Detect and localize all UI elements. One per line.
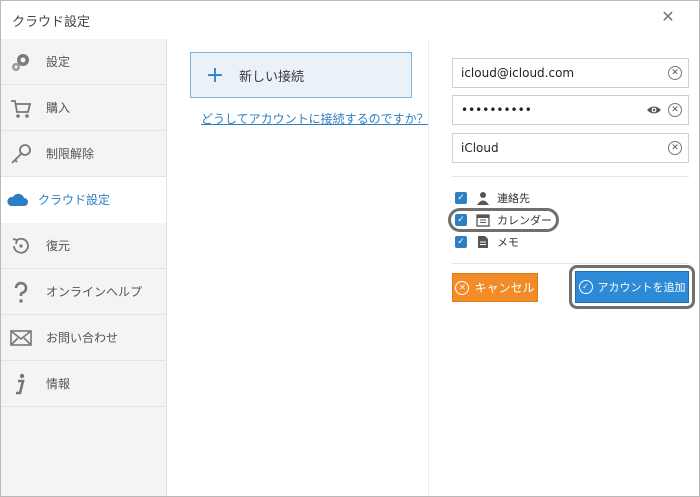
account-name-input[interactable] — [461, 141, 641, 155]
person-icon — [475, 190, 491, 206]
checkbox-notes[interactable]: ✓ — [455, 236, 467, 248]
calendar-highlight-ring — [448, 208, 559, 232]
info-icon — [9, 372, 33, 396]
check-circle-icon: ✓ — [578, 280, 593, 294]
checkbox-contacts[interactable]: ✓ — [455, 192, 467, 204]
sidebar-item-info[interactable]: 情報 — [1, 361, 166, 407]
email-field[interactable]: ✕ — [452, 58, 689, 88]
clear-icon[interactable]: ✕ — [668, 141, 682, 155]
sidebar: 設定 購入 制限解除 クラウド設定 復元 オンラインヘルプ お問い合わせ 情報 — [1, 39, 167, 496]
sidebar-item-label: クラウド設定 — [38, 193, 111, 207]
sidebar-item-label: お問い合わせ — [46, 331, 119, 345]
restore-icon — [9, 234, 33, 258]
sidebar-item-restore[interactable]: 復元 — [1, 223, 166, 269]
eye-icon[interactable] — [646, 103, 662, 117]
sidebar-item-online-help[interactable]: オンラインヘルプ — [1, 269, 166, 315]
option-contacts[interactable]: ✓ 連絡先 — [455, 188, 530, 208]
clear-icon[interactable]: ✕ — [668, 103, 682, 117]
add-account-label: アカウントを追加 — [597, 281, 686, 294]
title-bar: クラウド設定 ✕ — [1, 1, 699, 39]
why-connect-link[interactable]: どうしてアカウントに接続するのですか？ — [201, 110, 429, 127]
sidebar-item-cloud-settings[interactable]: クラウド設定 — [1, 177, 166, 223]
divider — [452, 263, 689, 264]
gear-icon — [9, 50, 33, 74]
clear-icon[interactable]: ✕ — [668, 66, 682, 80]
password-field[interactable]: ✕ — [452, 95, 689, 125]
sidebar-item-purchase[interactable]: 購入 — [1, 85, 166, 131]
sidebar-item-label: 情報 — [46, 377, 71, 391]
cart-icon — [9, 96, 33, 120]
cloud-icon — [5, 188, 29, 212]
password-input[interactable] — [461, 103, 641, 117]
cancel-label: キャンセル — [474, 281, 535, 295]
sidebar-item-label: 制限解除 — [46, 147, 95, 161]
sidebar-item-unlock[interactable]: 制限解除 — [1, 131, 166, 177]
sidebar-item-label: 復元 — [46, 239, 71, 253]
account-name-field[interactable]: ✕ — [452, 133, 689, 163]
connections-pane: + 新しい接続 どうしてアカウントに接続するのですか？ — [167, 39, 429, 496]
option-label: メモ — [497, 236, 519, 249]
sidebar-item-label: 設定 — [46, 55, 71, 69]
cancel-circle-icon: ✕ — [455, 280, 470, 295]
sidebar-item-label: 購入 — [46, 101, 71, 115]
account-form: ✕ ✕ ✕ ✓ 連絡先 ✓ カレンダー — [428, 39, 699, 496]
sidebar-item-contact[interactable]: お問い合わせ — [1, 315, 166, 361]
sidebar-item-label: オンラインヘルプ — [46, 285, 143, 299]
email-input[interactable] — [461, 66, 641, 80]
close-icon[interactable]: ✕ — [659, 8, 677, 26]
option-label: 連絡先 — [497, 192, 530, 205]
app-window: クラウド設定 ✕ 設定 購入 制限解除 クラウド設定 復元 オンラインヘルプ お… — [0, 0, 700, 497]
add-account-button[interactable]: ✓ アカウントを追加 — [575, 271, 689, 303]
mail-icon — [9, 326, 33, 350]
key-icon — [9, 142, 33, 166]
question-icon — [9, 280, 33, 304]
plus-icon: + — [205, 62, 225, 88]
option-notes[interactable]: ✓ メモ — [455, 232, 519, 252]
window-title: クラウド設定 — [12, 15, 91, 30]
sidebar-item-settings[interactable]: 設定 — [1, 39, 166, 85]
new-connection-label: 新しい接続 — [239, 69, 305, 85]
cancel-button[interactable]: ✕ キャンセル — [452, 273, 538, 302]
new-connection-button[interactable]: + 新しい接続 — [190, 52, 412, 98]
note-icon — [475, 234, 491, 250]
divider — [452, 176, 689, 177]
